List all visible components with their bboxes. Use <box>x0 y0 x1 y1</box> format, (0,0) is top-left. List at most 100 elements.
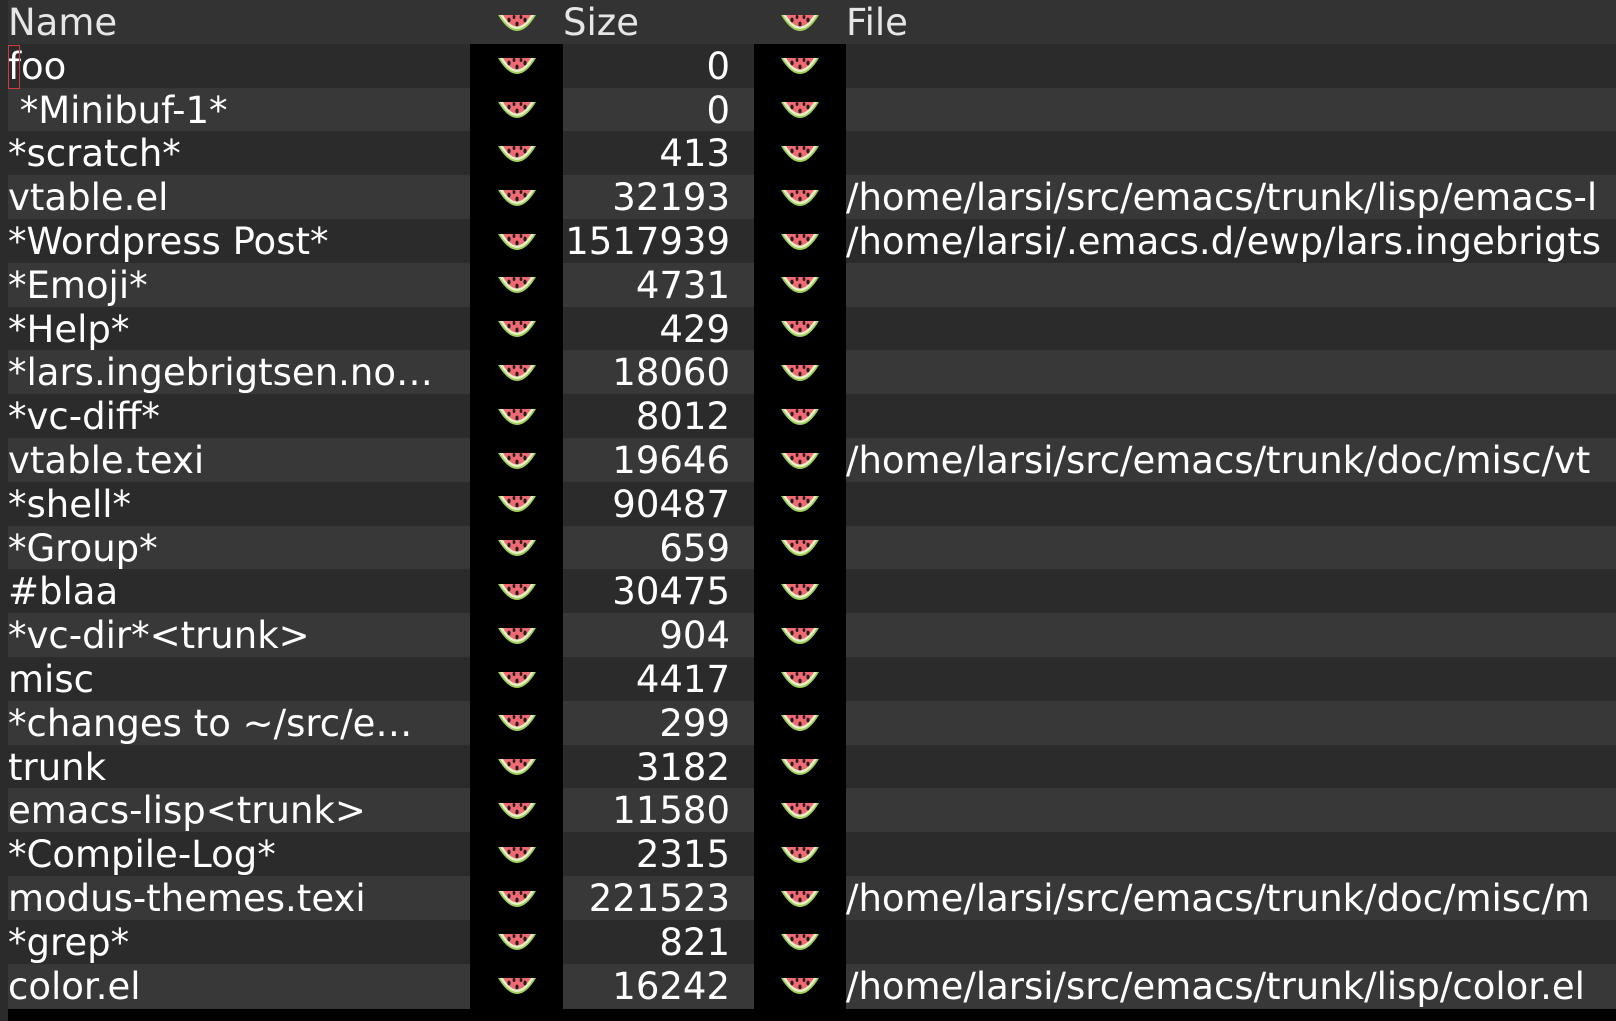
row-separator <box>754 613 846 659</box>
row-separator <box>754 569 846 615</box>
row-separator <box>754 438 846 483</box>
buffer-file-cell <box>846 394 1616 440</box>
buffer-size-cell: 0 <box>563 43 754 89</box>
watermelon-icon <box>781 890 819 907</box>
row-separator <box>754 963 846 1009</box>
watermelon-icon <box>497 759 536 776</box>
row-separator <box>754 919 846 965</box>
row-separator <box>470 219 563 264</box>
table-row[interactable]: misc 4417 <box>0 657 1616 702</box>
column-header-name[interactable]: Name <box>8 0 470 45</box>
watermelon-icon <box>781 14 819 31</box>
table-row[interactable]: *Compile-Log* 2315 <box>0 832 1616 878</box>
row-separator <box>470 613 563 659</box>
buffer-name-cell: trunk <box>8 744 470 790</box>
buffer-file-cell <box>846 87 1616 133</box>
row-separator <box>470 481 563 527</box>
table-row[interactable]: *lars.ingebrigtsen.no… 18060 <box>0 350 1616 396</box>
table-row[interactable]: modus-themes.texi 221523/home/larsi/src/e… <box>0 876 1616 921</box>
watermelon-icon <box>497 846 536 863</box>
buffer-file-cell <box>846 744 1616 790</box>
buffer-name-cell: *shell* <box>8 481 470 527</box>
row-separator <box>754 306 846 352</box>
watermelon-icon <box>781 321 819 338</box>
row-separator <box>754 43 846 89</box>
row-separator <box>470 43 563 89</box>
row-separator <box>754 744 846 790</box>
buffer-file-cell <box>846 832 1616 878</box>
row-separator <box>754 350 846 396</box>
table-row[interactable]: vtable.texi 19646/home/larsi/src/emacs/tr… <box>0 438 1616 483</box>
table-row[interactable]: *scratch* 413 <box>0 131 1616 177</box>
buffer-name-cell: *Wordpress Post* <box>8 219 470 264</box>
buffer-file-cell <box>846 350 1616 396</box>
row-separator <box>754 788 846 834</box>
buffer-name-cell: *scratch* <box>8 131 470 177</box>
watermelon-icon <box>781 58 819 75</box>
watermelon-icon <box>781 277 819 294</box>
buffer-file-cell: /home/larsi/src/emacs/trunk/lisp/emacs-l <box>846 175 1616 221</box>
watermelon-icon <box>497 452 536 469</box>
buffer-name-cell: *changes to ~/src/e… <box>8 700 470 746</box>
buffer-file-cell <box>846 919 1616 965</box>
table-row[interactable]: *grep* 821 <box>0 919 1616 965</box>
watermelon-icon <box>497 890 536 907</box>
buffer-name-cell: misc <box>8 657 470 702</box>
table-row[interactable]: *shell* 90487 <box>0 481 1616 527</box>
row-separator <box>470 350 563 396</box>
buffer-file-cell <box>846 525 1616 571</box>
buffer-size-cell: 904 <box>563 613 754 659</box>
row-separator <box>754 700 846 746</box>
table-row[interactable]: *changes to ~/src/e… 299 <box>0 700 1616 746</box>
buffer-name-cell: vtable.el <box>8 175 470 221</box>
buffer-name-cell: *vc-diff* <box>8 394 470 440</box>
table-row[interactable]: vtable.el 32193/home/larsi/src/emacs/trun… <box>0 175 1616 221</box>
column-separator <box>754 0 846 45</box>
row-separator <box>754 131 846 177</box>
watermelon-icon <box>781 408 819 425</box>
watermelon-icon <box>781 759 819 776</box>
column-header-file[interactable]: File <box>846 0 1616 45</box>
table-row[interactable]: color.el 16242/home/larsi/src/emacs/trunk… <box>0 963 1616 1009</box>
buffer-size-cell: 3182 <box>563 744 754 790</box>
watermelon-icon <box>497 58 536 75</box>
row-separator <box>754 175 846 221</box>
table-row[interactable]: *Group* 659 <box>0 525 1616 571</box>
buffer-size-cell: 659 <box>563 525 754 571</box>
buffer-name-cell: modus-themes.texi <box>8 876 470 921</box>
watermelon-icon <box>781 452 819 469</box>
watermelon-icon <box>781 802 819 819</box>
watermelon-icon <box>497 583 536 600</box>
buffer-file-cell: /home/larsi/src/emacs/trunk/doc/misc/m <box>846 876 1616 921</box>
table-row[interactable]: *vc-dir*<trunk> 904 <box>0 613 1616 659</box>
buffer-name-cell: *vc-dir*<trunk> <box>8 613 470 659</box>
table-row[interactable]: *Wordpress Post* 1517939/home/larsi/.emac… <box>0 219 1616 264</box>
column-header-size[interactable]: Size <box>563 0 754 45</box>
watermelon-icon <box>781 715 819 732</box>
table-row[interactable]: trunk 3182 <box>0 744 1616 790</box>
row-separator <box>470 87 563 133</box>
buffer-file-cell: /home/larsi/src/emacs/trunk/doc/misc/vt <box>846 438 1616 483</box>
table-row[interactable]: *Help* 429 <box>0 306 1616 352</box>
buffer-file-cell <box>846 481 1616 527</box>
watermelon-icon <box>497 364 536 381</box>
row-separator <box>470 131 563 177</box>
table-row[interactable]: #blaa 30475 <box>0 569 1616 615</box>
row-separator <box>470 832 563 878</box>
watermelon-icon <box>497 321 536 338</box>
row-separator <box>754 876 846 921</box>
watermelon-icon <box>497 102 536 119</box>
watermelon-icon <box>497 978 536 995</box>
row-separator <box>754 481 846 527</box>
table-header: Name Size File <box>0 0 1616 45</box>
table-row[interactable]: *vc-diff* 8012 <box>0 394 1616 440</box>
row-separator <box>470 394 563 440</box>
table-row[interactable]: foo 0 <box>0 43 1616 89</box>
table-row[interactable]: *Minibuf-1* 0 <box>0 87 1616 133</box>
buffer-size-cell: 16242 <box>563 963 754 1009</box>
buffer-size-cell: 221523 <box>563 876 754 921</box>
row-separator <box>470 657 563 702</box>
table-row[interactable]: *Emoji* 4731 <box>0 262 1616 308</box>
row-separator <box>470 919 563 965</box>
table-row[interactable]: emacs-lisp<trunk> 11580 <box>0 788 1616 834</box>
